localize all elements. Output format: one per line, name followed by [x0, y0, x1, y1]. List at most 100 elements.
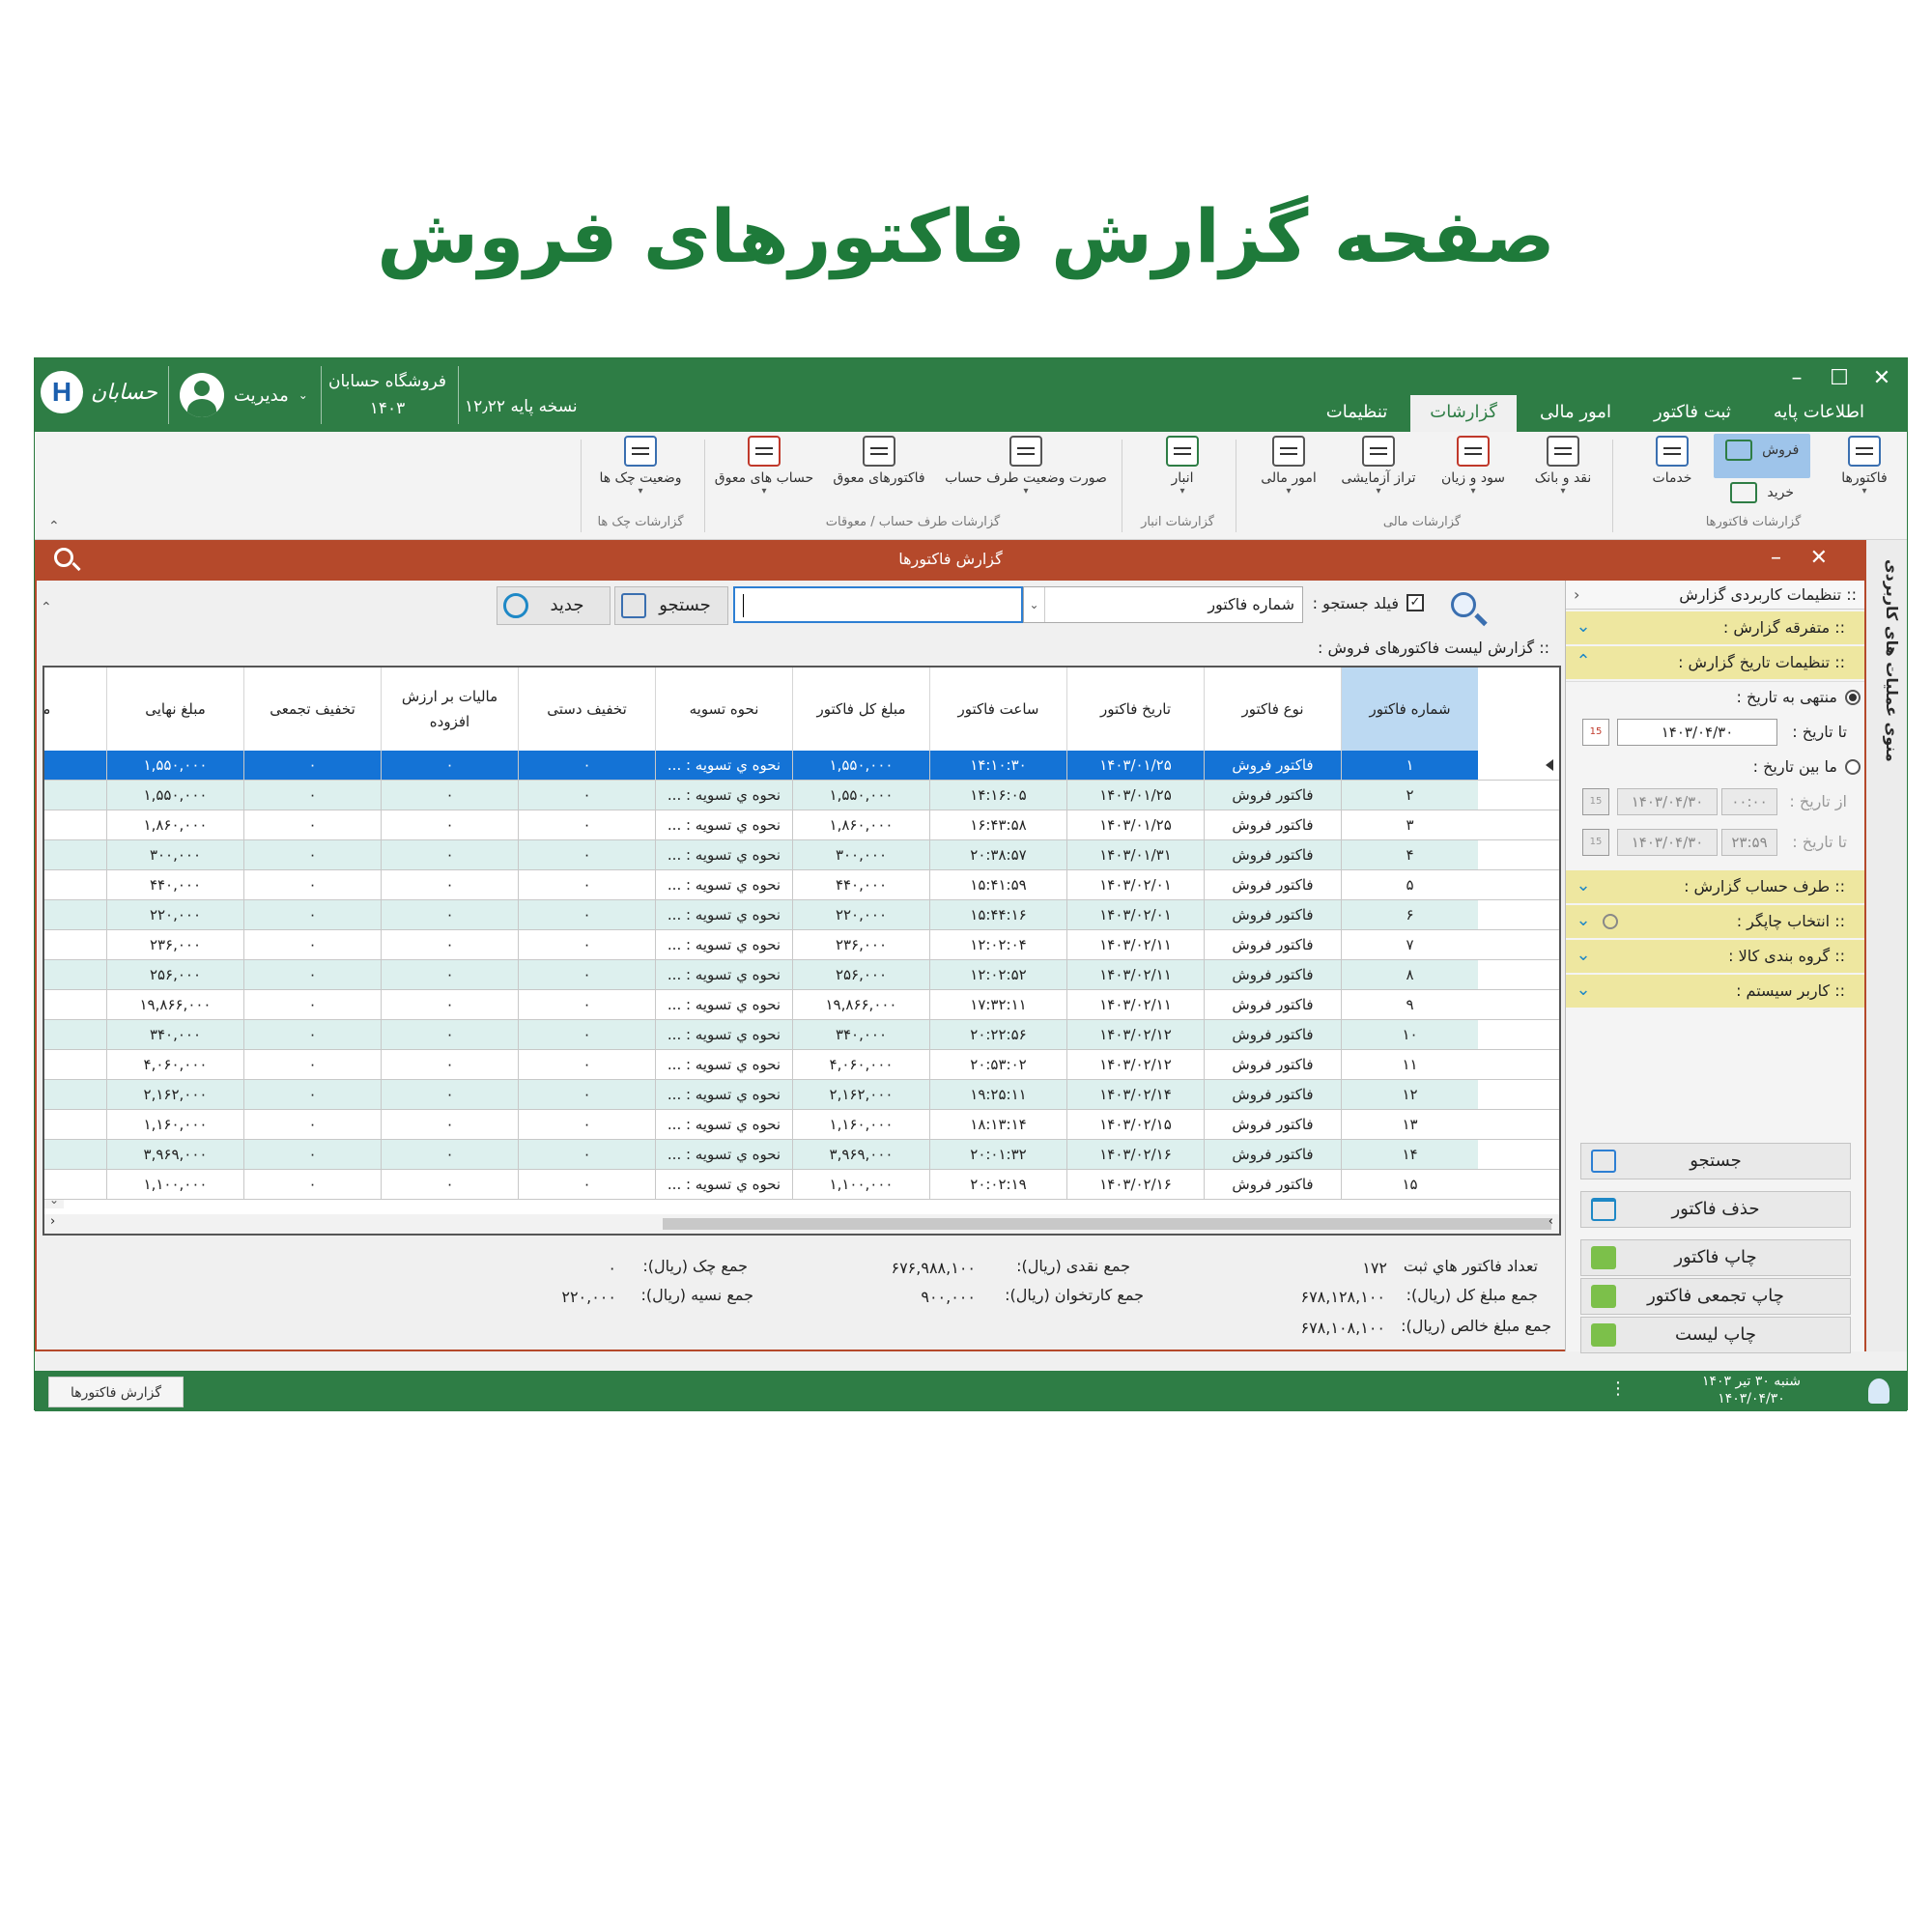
chevron-up-icon[interactable]: ⌃ — [1572, 651, 1595, 674]
search-field-checkbox[interactable]: ✓ — [1406, 594, 1424, 611]
from-date-input[interactable]: ۱۴۰۳/۰۴/۳۰ — [1617, 788, 1718, 815]
column-header[interactable]: مبلغ نهایی — [106, 668, 243, 751]
ribbon-warehouse[interactable]: انبار ▾ — [1153, 436, 1211, 497]
table-row[interactable]: ۱۳ فاکتور فروش ۱۴۰۳/۰۲/۱۵ ۱۸:۱۳:۱۴ ۱,۱۶۰,۰۰۰… — [44, 1110, 1478, 1140]
row-indicator[interactable] — [1478, 960, 1559, 990]
row-indicator[interactable] — [1478, 781, 1559, 810]
table-row[interactable]: ۱۴ فاکتور فروش ۱۴۰۳/۰۲/۱۶ ۲۰:۰۱:۳۲ ۳,۹۶۹,۰۰۰… — [44, 1140, 1478, 1170]
new-button[interactable]: جدید — [497, 586, 611, 625]
calendar-icon[interactable]: 15 — [1582, 788, 1609, 815]
horizontal-scrollbar[interactable]: ‹ › — [44, 1214, 1559, 1234]
chevron-down-icon[interactable]: ⌄ — [1572, 980, 1595, 1003]
row-indicator[interactable] — [1478, 1140, 1559, 1170]
to-date-input[interactable]: ۱۴۰۳/۰۴/۳۰ — [1617, 719, 1777, 746]
row-indicator[interactable] — [1478, 810, 1559, 840]
column-header[interactable]: نوع فاکتور — [1204, 668, 1341, 751]
notification-bell-icon[interactable] — [1868, 1378, 1889, 1404]
section-system-user[interactable]: :: کاربر سیستم : ⌄ — [1566, 975, 1864, 1008]
column-header[interactable]: تخفیف تجمعی — [243, 668, 381, 751]
ribbon-overdue-accounts[interactable]: حساب های معوق ▾ — [709, 436, 819, 497]
row-indicator[interactable] — [1478, 1050, 1559, 1080]
table-row[interactable]: ۴ فاکتور فروش ۱۴۰۳/۰۱/۳۱ ۲۰:۳۸:۵۷ ۳۰۰,۰۰۰ نحو… — [44, 840, 1478, 870]
radio-between-dates[interactable] — [1845, 759, 1861, 775]
section-date-settings[interactable]: :: تنظیمات تاریخ گزارش : ⌃ — [1566, 646, 1864, 679]
column-header[interactable]: نحوه تسویه — [655, 668, 792, 751]
delete-invoice-button[interactable]: حذف فاکتور — [1580, 1191, 1851, 1228]
section-printer[interactable]: :: انتخاب چاپگر : ⌄ — [1566, 905, 1864, 938]
calendar-icon[interactable]: 15 — [1582, 719, 1609, 746]
search-input[interactable] — [733, 586, 1023, 623]
calendar-icon[interactable]: 15 — [1582, 829, 1609, 856]
section-account[interactable]: :: طرف حساب گزارش : ⌄ — [1566, 870, 1864, 903]
row-indicator[interactable] — [1478, 1110, 1559, 1140]
column-header[interactable]: تخفیف دستی — [518, 668, 655, 751]
print-list-button[interactable]: چاپ لیست — [1580, 1317, 1851, 1353]
minimize-report-button[interactable]: – — [1771, 546, 1781, 570]
print-batch-button[interactable]: چاپ تجمعی فاکتور — [1580, 1278, 1851, 1315]
chevron-down-icon[interactable]: ⌄ — [1572, 616, 1595, 639]
maximize-window-button[interactable]: ☐ — [1820, 364, 1859, 393]
chevron-left-icon[interactable]: ‹ — [1574, 581, 1579, 610]
column-header[interactable]: مالیات بر ارزش افزوده — [381, 668, 518, 751]
chevron-down-icon[interactable]: ⌄ — [1024, 587, 1045, 622]
table-row[interactable]: ۲ فاکتور فروش ۱۴۰۳/۰۱/۲۵ ۱۴:۱۶:۰۵ ۱,۵۵۰,۰۰۰ ن… — [44, 781, 1478, 810]
table-row[interactable]: ۵ فاکتور فروش ۱۴۰۳/۰۲/۰۱ ۱۵:۴۱:۵۹ ۴۴۰,۰۰۰ نحو… — [44, 870, 1478, 900]
row-indicator[interactable] — [1478, 1170, 1559, 1200]
tab-reports[interactable]: گزارشات — [1410, 395, 1517, 432]
column-header[interactable]: شماره فاکتور — [1341, 668, 1478, 751]
to-date2-input[interactable]: ۱۴۰۳/۰۴/۳۰ — [1617, 829, 1718, 856]
ribbon-sale[interactable]: فروش — [1714, 434, 1810, 478]
search-icon[interactable] — [54, 548, 73, 567]
ribbon-invoices[interactable]: فاکتورها ▾ — [1835, 436, 1893, 497]
from-time-input[interactable]: ۰۰:۰۰ — [1721, 788, 1777, 815]
column-header[interactable]: مبلغ کل فاکتور — [792, 668, 929, 751]
chevron-down-icon[interactable]: ⌄ — [1572, 945, 1595, 968]
panel-search-button[interactable]: جستجو — [1580, 1143, 1851, 1179]
row-indicator[interactable] — [1478, 900, 1559, 930]
table-row[interactable]: ۹ فاکتور فروش ۱۴۰۳/۰۲/۱۱ ۱۷:۳۲:۱۱ ۱۹,۸۶۶,۰۰۰… — [44, 990, 1478, 1020]
section-misc[interactable]: :: متفرقه گزارش : ⌄ — [1566, 611, 1864, 644]
ribbon-collapse-icon[interactable]: ⌃ — [48, 519, 60, 534]
ribbon-trial-balance[interactable]: تراز آزمایشی ▾ — [1335, 436, 1422, 497]
row-indicator[interactable] — [1478, 751, 1559, 781]
radio-until-date[interactable] — [1845, 690, 1861, 705]
table-row[interactable]: ۱۰ فاکتور فروش ۱۴۰۳/۰۲/۱۲ ۲۰:۲۲:۵۶ ۳۴۰,۰۰۰ نح… — [44, 1020, 1478, 1050]
search-button[interactable]: جستجو — [614, 586, 728, 625]
row-indicator[interactable] — [1478, 990, 1559, 1020]
tab-register-invoice[interactable]: ثبت فاکتور — [1634, 395, 1750, 432]
chevron-right-icon[interactable]: › — [1548, 1214, 1553, 1229]
side-menu-strip[interactable]: منوی عملیات های کاربردی — [1864, 540, 1907, 1351]
row-indicator[interactable] — [1478, 1080, 1559, 1110]
chevron-down-icon[interactable]: ⌄ — [1572, 875, 1595, 898]
tab-basic-info[interactable]: اطلاعات پایه — [1754, 395, 1884, 432]
taskbar-report-tab[interactable]: گزارش فاکتورها — [48, 1377, 184, 1407]
tab-financial[interactable]: امور مالی — [1520, 395, 1631, 432]
close-report-button[interactable]: ✕ — [1810, 546, 1828, 570]
user-menu[interactable]: مدیریت ⌄ — [180, 368, 308, 422]
chevron-down-icon[interactable]: ⌄ — [1572, 910, 1595, 933]
ribbon-cheque-status[interactable]: وضعیت چک ها ▾ — [587, 436, 694, 497]
table-row[interactable]: ۶ فاکتور فروش ۱۴۰۳/۰۲/۰۱ ۱۵:۴۴:۱۶ ۲۲۰,۰۰۰ نحو… — [44, 900, 1478, 930]
column-header[interactable]: ساعت فاکتور — [929, 668, 1066, 751]
close-window-button[interactable]: ✕ — [1862, 364, 1901, 393]
minimize-window-button[interactable]: – — [1777, 364, 1816, 393]
table-row[interactable]: ۱۱ فاکتور فروش ۱۴۰۳/۰۲/۱۲ ۲۰:۵۳:۰۲ ۴,۰۶۰,۰۰۰… — [44, 1050, 1478, 1080]
scroll-thumb[interactable] — [663, 1218, 1551, 1230]
table-row[interactable]: ۱۵ فاکتور فروش ۱۴۰۳/۰۲/۱۶ ۲۰:۰۲:۱۹ ۱,۱۰۰,۰۰۰… — [44, 1170, 1478, 1200]
ribbon-services[interactable]: خدمات — [1638, 436, 1706, 486]
chevron-left-icon[interactable]: ‹ — [50, 1214, 55, 1229]
table-row[interactable]: ۱ فاکتور فروش ۱۴۰۳/۰۱/۲۵ ۱۴:۱۰:۳۰ ۱,۵۵۰,۰۰۰ ن… — [44, 751, 1478, 781]
row-indicator[interactable] — [1478, 840, 1559, 870]
chevron-up-icon[interactable]: ⌃ — [41, 600, 52, 615]
print-invoice-button[interactable]: چاپ فاکتور — [1580, 1239, 1851, 1276]
section-product-group[interactable]: :: گروه بندی کالا : ⌄ — [1566, 940, 1864, 973]
ribbon-account-statement[interactable]: صورت وضعیت طرف حساب ▾ — [941, 436, 1111, 497]
more-options-icon[interactable]: ⋮ — [1609, 1378, 1627, 1399]
ribbon-cash-bank[interactable]: نقد و بانک ▾ — [1522, 436, 1604, 497]
table-row[interactable]: ۷ فاکتور فروش ۱۴۰۳/۰۲/۱۱ ۱۲:۰۲:۰۴ ۲۳۶,۰۰۰ نحو… — [44, 930, 1478, 960]
row-indicator[interactable] — [1478, 930, 1559, 960]
column-header[interactable]: تاریخ فاکتور — [1066, 668, 1204, 751]
ribbon-overdue-invoices[interactable]: فاکتورهای معوق — [823, 436, 935, 486]
row-indicator[interactable] — [1478, 1020, 1559, 1050]
ribbon-purchase[interactable]: خرید — [1714, 482, 1810, 503]
